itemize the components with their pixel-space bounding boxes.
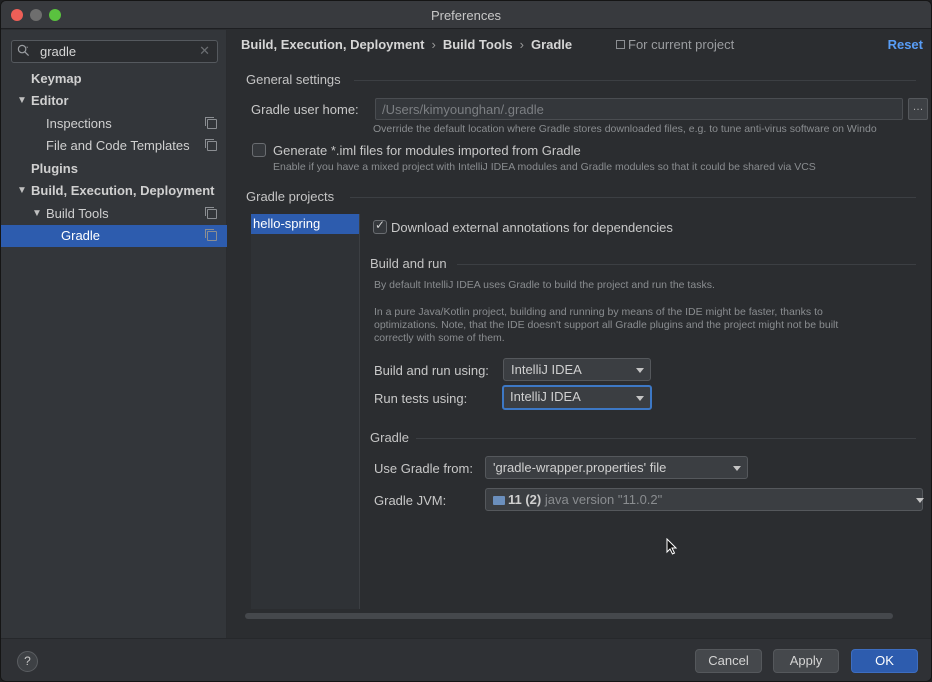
sidebar-item-label: Inspections [46,116,112,131]
sidebar-item-plugins[interactable]: Plugins [1,158,227,180]
breadcrumb-item: Build, Execution, Deployment [241,37,425,52]
search-input-value: gradle [40,44,77,59]
expanded-arrow-icon[interactable]: ▼ [17,180,27,202]
select-value: IntelliJ IDEA [510,389,581,404]
sidebar-item-label: Build, Execution, Deployment [31,183,215,198]
generate-iml-label: Generate *.iml files for modules importe… [273,143,581,158]
run-tests-using-select[interactable]: IntelliJ IDEA [502,385,652,410]
gradle-projects-list[interactable]: hello-spring [251,214,360,609]
sidebar-item-label: Plugins [31,161,78,176]
cancel-button[interactable]: Cancel [695,649,762,673]
preferences-window: Preferences gradle ✕ Keymap ▼ Editor Ins… [0,0,932,682]
breadcrumb-separator-icon: › [431,37,436,52]
clear-search-icon[interactable]: ✕ [199,43,210,59]
jvm-name: 11 (2) [508,492,542,507]
project-item-hello-spring[interactable]: hello-spring [251,214,359,234]
sidebar-item-build-tools[interactable]: ▼ Build Tools [1,203,227,225]
project-scope-icon [205,229,217,241]
gradle-heading: Gradle [370,430,410,445]
gradle-user-home-label: Gradle user home: [251,102,359,117]
project-scope-icon [205,139,217,151]
chevron-down-icon [916,498,924,503]
project-scope-label: For current project [616,37,734,52]
general-settings-heading: General settings [246,72,341,87]
sidebar-item-file-and-code-templates[interactable]: File and Code Templates [1,135,227,157]
browse-button[interactable]: … [908,98,928,120]
section-divider [350,197,916,198]
generate-iml-hint: Enable if you have a mixed project with … [273,161,816,173]
build-and-run-using-select[interactable]: IntelliJ IDEA [503,358,651,381]
sidebar-item-inspections[interactable]: Inspections [1,113,227,135]
sidebar-item-label: Gradle [61,228,101,243]
use-gradle-from-select[interactable]: 'gradle-wrapper.properties' file [485,456,748,479]
section-divider [457,264,916,265]
chevron-down-icon [636,368,644,373]
apply-button[interactable]: Apply [773,649,839,673]
breadcrumb: Build, Execution, Deployment › Build Tools… [241,37,572,52]
dialog-button-bar: ? Cancel Apply OK [1,638,931,681]
gradle-jvm-select[interactable]: 11 (2) java version "11.0.2" [485,488,924,511]
generate-iml-checkbox[interactable] [252,143,266,157]
breadcrumb-item: Gradle [530,37,573,52]
mouse-cursor-icon [666,538,678,555]
help-button[interactable]: ? [17,651,38,672]
use-gradle-from-label: Use Gradle from: [374,461,473,476]
build-run-note-line: optimizations. Note, that the IDE doesn'… [374,319,839,331]
sidebar-item-label: Editor [31,93,69,108]
download-annotations-label: Download external annotations for depend… [391,220,673,235]
reset-link[interactable]: Reset [888,37,923,52]
gradle-projects-heading: Gradle projects [246,189,335,204]
build-and-run-using-label: Build and run using: [374,363,489,378]
build-run-note-line: In a pure Java/Kotlin project, building … [374,306,823,318]
project-scope-text: For current project [628,37,735,52]
chevron-down-icon [636,396,644,401]
gradle-user-home-field[interactable]: /Users/kimyounghan/.gradle [375,98,903,120]
sidebar-item-build-execution-deployment[interactable]: ▼ Build, Execution, Deployment [1,180,227,202]
build-run-note-line: correctly with some of them. [374,332,505,344]
jdk-folder-icon [493,496,505,505]
expanded-arrow-icon[interactable]: ▼ [17,90,27,112]
sidebar-item-label: File and Code Templates [46,138,190,153]
settings-sidebar: gradle ✕ Keymap ▼ Editor Inspections Fil… [1,30,227,638]
gradle-jvm-label: Gradle JVM: [374,493,447,508]
sidebar-item-editor[interactable]: ▼ Editor [1,90,227,112]
project-scope-icon [616,40,625,49]
section-divider [354,80,916,81]
window-title: Preferences [430,8,502,23]
select-value: IntelliJ IDEA [511,362,582,377]
expanded-arrow-icon[interactable]: ▼ [32,203,42,225]
jvm-version: java version "11.0.2" [544,492,663,507]
build-and-run-heading: Build and run [370,256,447,271]
section-divider [416,438,916,439]
gradle-settings-panel: Build, Execution, Deployment › Build Tools… [228,30,931,638]
sidebar-item-keymap[interactable]: Keymap [1,68,227,90]
chevron-down-icon [733,466,741,471]
horizontal-scrollbar[interactable] [245,613,893,619]
build-run-hint: By default IntelliJ IDEA uses Gradle to … [374,279,715,291]
gradle-user-home-hint: Override the default location where Grad… [373,123,877,135]
sidebar-item-label: Keymap [31,71,82,86]
download-annotations-checkbox[interactable] [373,218,387,234]
breadcrumb-separator-icon: › [519,37,524,52]
breadcrumb-item: Build Tools [442,37,513,52]
select-value: 'gradle-wrapper.properties' file [493,460,667,475]
project-scope-icon [205,117,217,129]
run-tests-using-label: Run tests using: [374,391,468,406]
title-bar: Preferences [1,1,931,29]
settings-search-input[interactable]: gradle ✕ [11,40,218,63]
sidebar-item-gradle[interactable]: Gradle [1,225,227,247]
search-icon [17,44,30,57]
ok-button[interactable]: OK [851,649,918,673]
sidebar-item-label: Build Tools [46,206,109,221]
project-scope-icon [205,207,217,219]
